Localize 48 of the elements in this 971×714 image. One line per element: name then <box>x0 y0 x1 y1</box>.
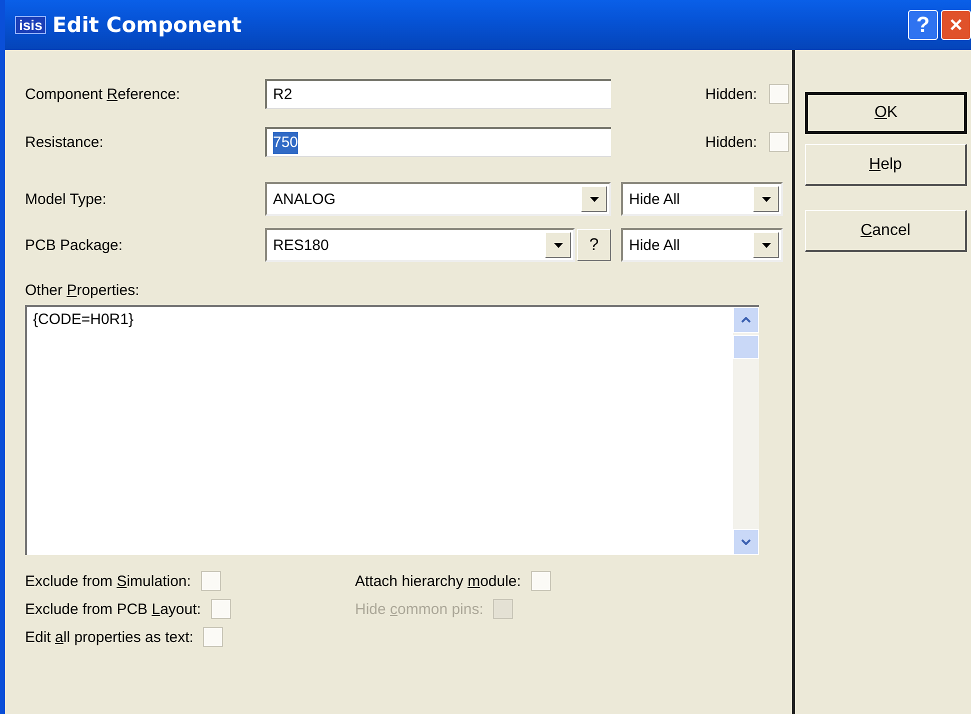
text-area[interactable]: {CODE=H0R1} <box>25 305 759 555</box>
field-label: PCB Package: <box>25 236 124 254</box>
dialog-button[interactable]: Help <box>805 144 967 186</box>
checkbox[interactable] <box>530 571 551 591</box>
dropdown[interactable]: ANALOG <box>265 182 611 216</box>
window-title: Edit Component <box>52 13 243 37</box>
dropdown-arrow-button[interactable] <box>753 186 779 212</box>
section-label: Other Properties: <box>25 282 140 299</box>
caret-down-icon <box>762 196 770 202</box>
checkbox[interactable] <box>200 571 221 591</box>
dialog-button[interactable]: OK <box>805 92 967 134</box>
option-label: Exclude from Simulation: <box>25 572 191 590</box>
text-area-content: {CODE=H0R1} <box>33 311 134 328</box>
help-button[interactable]: ? <box>908 10 938 40</box>
chevron-up-icon <box>741 317 751 323</box>
help-button[interactable]: ? <box>577 229 611 261</box>
scrollbar[interactable] <box>733 307 759 555</box>
checkbox[interactable] <box>769 84 789 104</box>
dropdown[interactable]: RES180 <box>265 228 575 262</box>
dropdown-arrow-button[interactable] <box>753 232 779 258</box>
dialog-button[interactable]: Cancel <box>805 210 967 252</box>
hidden-label: Hidden: <box>704 86 757 102</box>
caret-down-icon <box>554 242 562 248</box>
caret-down-icon <box>762 242 770 248</box>
checkbox[interactable] <box>203 627 224 647</box>
checkbox[interactable] <box>210 599 231 619</box>
app-logo: isis <box>15 16 46 34</box>
dropdown[interactable]: Hide All <box>621 182 783 216</box>
field-label: Model Type: <box>25 190 108 208</box>
option-label: Attach hierarchy module: <box>355 572 521 590</box>
option-label: Exclude from PCB Layout: <box>25 600 201 618</box>
field-label: Component Reference: <box>25 86 182 102</box>
caret-down-icon <box>590 196 598 202</box>
hidden-label: Hidden: <box>704 134 757 150</box>
text-field[interactable]: R2 <box>265 79 611 109</box>
dropdown-arrow-button[interactable] <box>581 186 607 212</box>
option-label: Edit all properties as text: <box>25 628 194 646</box>
dropdown[interactable]: Hide All <box>621 228 783 262</box>
option-label: Hide common pins: <box>355 600 484 618</box>
scroll-up-button[interactable] <box>733 307 759 333</box>
scroll-thumb[interactable] <box>733 335 759 359</box>
field-label: Resistance: <box>25 134 104 150</box>
dropdown-arrow-button[interactable] <box>545 232 571 258</box>
scroll-down-button[interactable] <box>733 529 759 555</box>
text-field[interactable]: 750 <box>265 127 611 157</box>
close-button[interactable]: × <box>941 10 971 40</box>
chevron-down-icon <box>741 539 751 545</box>
checkbox[interactable] <box>769 132 789 152</box>
